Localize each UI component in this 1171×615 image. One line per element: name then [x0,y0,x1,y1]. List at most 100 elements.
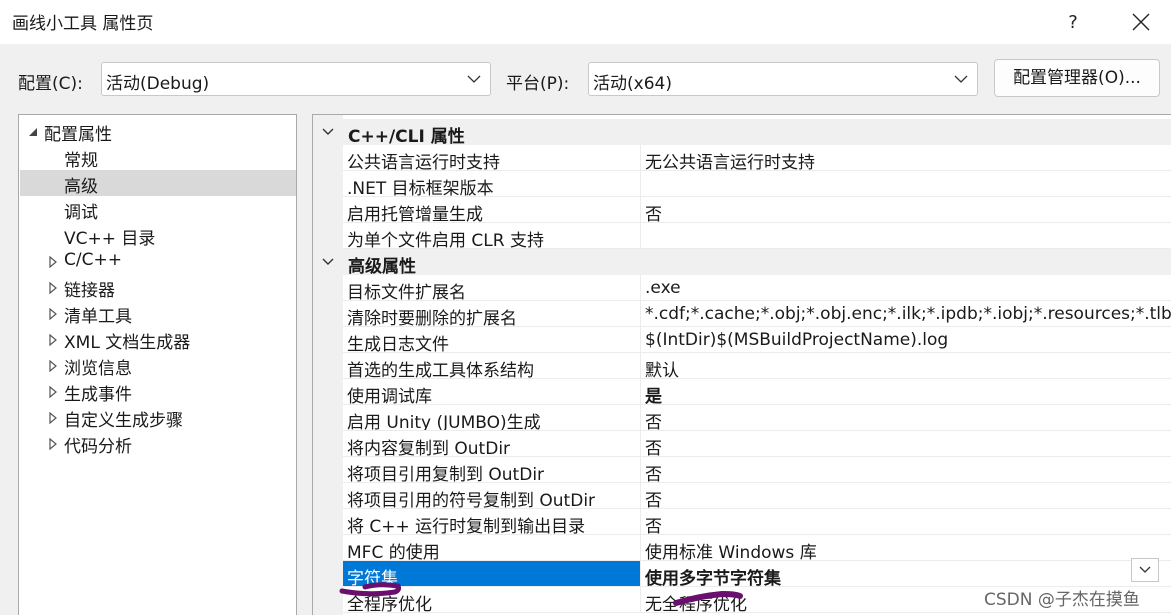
tree-item-config-properties[interactable]: 配置属性 [20,118,296,145]
property-name: 目标文件扩展名 [347,283,466,300]
column-divider [640,145,641,171]
tree-item-label: 常规 [64,151,98,171]
property-value: 否 [645,439,662,456]
property-value: $(IntDir)$(MSBuildProjectName).log [645,330,949,350]
section-title: C++/CLI 属性 [348,127,465,147]
property-name: 公共语言运行时支持 [347,153,500,170]
property-row[interactable]: 首选的生成工具体系结构 默认 [343,353,1171,379]
property-row[interactable]: 将项目引用的符号复制到 OutDir 否 [343,483,1171,509]
chevron-down-icon [322,128,334,135]
property-row[interactable]: 生成日志文件 $(IntDir)$(MSBuildProjectName).lo… [343,327,1171,353]
property-row[interactable]: 将 C++ 运行时复制到输出目录 否 [343,509,1171,535]
column-divider [640,223,641,249]
property-name: 为单个文件启用 CLR 支持 [347,231,544,248]
collapsed-arrow-icon [49,386,57,398]
tree-item-label: 高级 [64,177,98,197]
tree-item-advanced[interactable]: 高级 [20,170,296,197]
tree-item-custom-build-step[interactable]: 自定义生成步骤 [20,404,296,431]
collapsed-arrow-icon [49,334,57,346]
property-row[interactable]: .NET 目标框架版本 [343,171,1171,197]
watermark: CSDN @子杰在摸鱼 [984,590,1140,610]
property-name: 将内容复制到 OutDir [347,439,511,456]
tree-item-label: 调试 [64,203,98,223]
property-name: 生成日志文件 [347,335,449,352]
tree-item-label: 配置属性 [44,125,112,145]
help-button[interactable]: ? [1050,4,1096,40]
property-name: 将 C++ 运行时复制到输出目录 [347,517,586,534]
tree-item-vc-directories[interactable]: VC++ 目录 [20,222,296,249]
configuration-manager-button[interactable]: 配置管理器(O)... [994,59,1160,97]
column-divider [640,379,641,405]
property-name: 启用 Unity (JUMBO)生成 [347,413,541,430]
column-divider [640,171,641,197]
property-row[interactable]: 公共语言运行时支持 无公共语言运行时支持 [343,145,1171,171]
property-value: 是 [645,387,662,404]
property-value: *.cdf;*.cache;*.obj;*.obj.enc;*.ilk;*.ip… [645,304,1171,324]
property-name: 全程序优化 [347,595,432,612]
property-row[interactable]: 使用调试库 是 [343,379,1171,405]
property-value [645,226,1171,248]
column-divider [640,457,641,483]
tree-item-label: C/C++ [64,250,122,270]
section-cpp-cli[interactable]: C++/CLI 属性 [313,119,1171,147]
column-divider [640,301,641,327]
property-tree: 配置属性 常规 高级 调试 VC++ 目录 C/C++ 链接器 清单工具 XML… [18,114,297,615]
column-divider [640,509,641,535]
character-set-dropdown-button[interactable] [1131,558,1159,582]
property-value [645,174,1171,196]
property-name: 将项目引用的符号复制到 OutDir [347,491,596,508]
property-row[interactable]: 启用托管增量生成 否 [343,197,1171,223]
property-grid: C++/CLI 属性 公共语言运行时支持 无公共语言运行时支持 .NET 目标框… [312,114,1171,615]
property-name: 启用托管增量生成 [347,205,483,222]
tree-item-label: 链接器 [64,281,115,301]
property-value: 无公共语言运行时支持 [645,153,815,170]
property-value: 否 [645,517,662,534]
property-name: 清除时要删除的扩展名 [347,309,517,326]
tree-item-xml-doc-generator[interactable]: XML 文档生成器 [20,326,296,353]
column-divider [640,483,641,509]
property-row[interactable]: 目标文件扩展名 .exe [343,275,1171,301]
column-divider [640,405,641,431]
tree-item-linker[interactable]: 链接器 [20,274,296,301]
property-row[interactable]: 将内容复制到 OutDir 否 [343,431,1171,457]
platform-value: 活动(x64) [593,74,672,94]
close-button[interactable] [1118,4,1164,40]
tree-item-general[interactable]: 常规 [20,144,296,171]
property-row[interactable]: MFC 的使用 使用标准 Windows 库 [343,535,1171,561]
collapsed-arrow-icon [49,412,57,424]
tree-item-code-analysis[interactable]: 代码分析 [20,430,296,457]
collapsed-arrow-icon [49,438,57,450]
tree-item-debugging[interactable]: 调试 [20,196,296,223]
tree-item-manifest-tool[interactable]: 清单工具 [20,300,296,327]
column-divider [640,431,641,457]
platform-dropdown[interactable]: 活动(x64) [588,62,978,96]
property-value: 使用多字节字符集 [645,569,781,586]
property-name: 使用调试库 [347,387,432,404]
property-row[interactable]: 启用 Unity (JUMBO)生成 否 [343,405,1171,431]
property-value: .exe [645,278,681,298]
column-divider [640,535,641,561]
chevron-down-icon [1139,566,1151,573]
column-divider [640,587,641,613]
column-divider [640,275,641,301]
tree-item-build-events[interactable]: 生成事件 [20,378,296,405]
section-advanced[interactable]: 高级属性 [313,249,1171,277]
tree-item-label: VC++ 目录 [64,229,156,249]
property-value: 否 [645,465,662,482]
tree-item-c-cpp[interactable]: C/C++ [20,248,296,274]
tree-item-browse-info[interactable]: 浏览信息 [20,352,296,379]
tree-item-label: 清单工具 [64,307,132,327]
property-name: MFC 的使用 [347,543,440,560]
chevron-down-icon [954,75,968,83]
property-row[interactable]: 为单个文件启用 CLR 支持 [343,223,1171,249]
property-value: 使用标准 Windows 库 [645,543,817,560]
close-icon [1132,13,1150,31]
property-row[interactable]: 将项目引用复制到 OutDir 否 [343,457,1171,483]
property-row[interactable]: 清除时要删除的扩展名 *.cdf;*.cache;*.obj;*.obj.enc… [343,301,1171,327]
config-dropdown[interactable]: 活动(Debug) [101,62,491,96]
tree-item-label: 生成事件 [64,385,132,405]
platform-label: 平台(P): [506,74,570,94]
chevron-down-icon [322,258,334,265]
property-name: .NET 目标框架版本 [347,179,494,196]
property-row-character-set[interactable]: 字符集 使用多字节字符集 [343,561,1171,587]
